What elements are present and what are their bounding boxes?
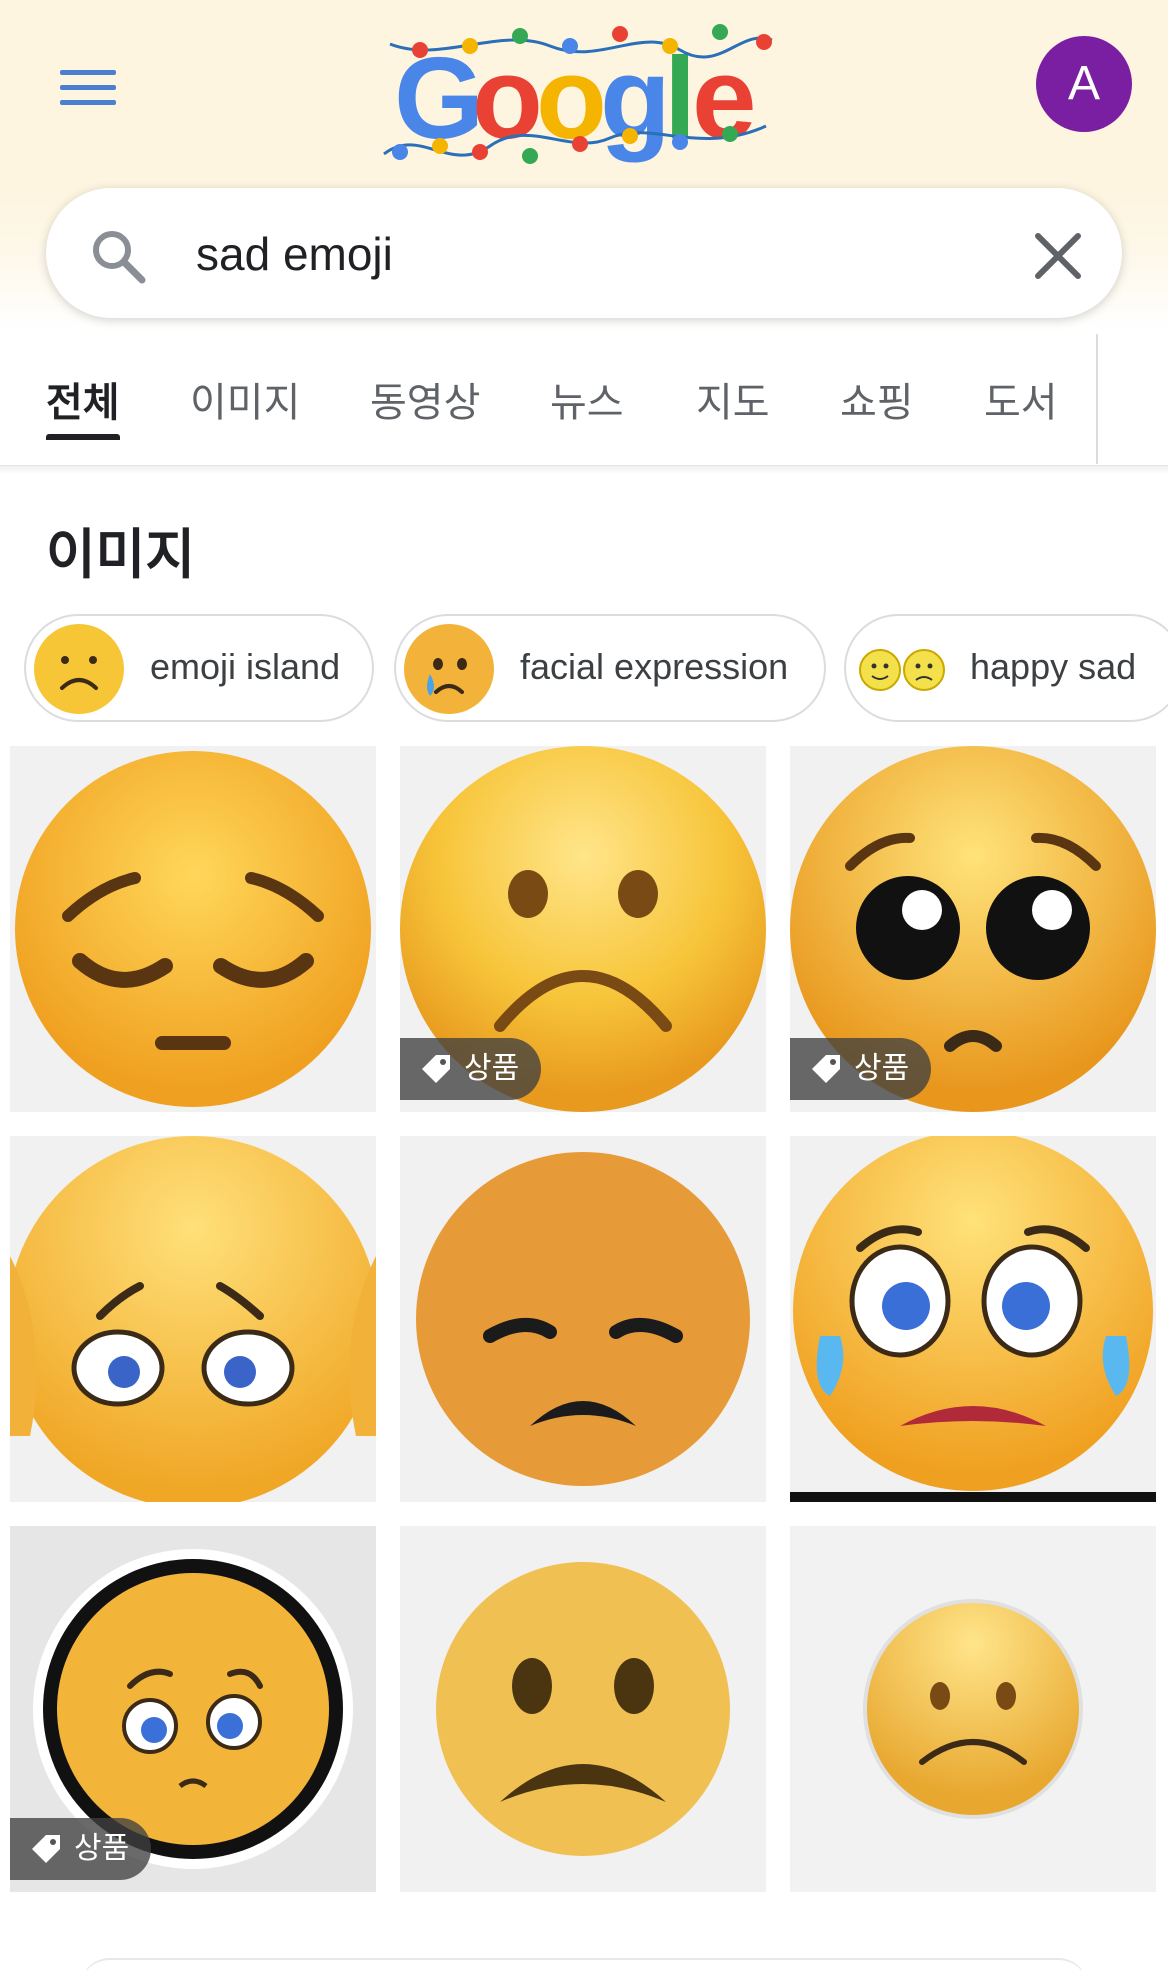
search-icon[interactable] — [88, 226, 148, 286]
tab-images[interactable]: 이미지 — [190, 370, 300, 430]
image-result-frowning[interactable]: 상품 — [400, 746, 766, 1112]
images-section-title: 이미지 — [46, 523, 196, 586]
tabs-divider — [1096, 334, 1098, 464]
related-chip-facial-expression[interactable]: facial expression — [394, 614, 826, 722]
tab-all[interactable]: 전체 — [46, 370, 120, 430]
tag-icon — [422, 1055, 450, 1083]
image-result-crying[interactable] — [790, 1136, 1156, 1502]
active-tab-indicator — [46, 434, 120, 440]
next-section-card — [80, 1958, 1088, 1970]
tag-icon — [812, 1055, 840, 1083]
chip-thumbnail — [402, 622, 496, 716]
tab-books[interactable]: 도서 — [984, 370, 1058, 430]
image-result-pleading-sticker[interactable]: 상품 — [10, 1526, 376, 1892]
chip-label: facial expression — [520, 646, 789, 687]
account-avatar[interactable]: A — [1036, 36, 1132, 132]
chip-label: happy sad — [970, 646, 1137, 687]
tab-maps[interactable]: 지도 — [696, 370, 770, 430]
chip-thumbnail — [32, 622, 126, 716]
product-badge: 상품 — [400, 1038, 542, 1100]
google-doodle-logo[interactable]: G o o g l e — [380, 6, 780, 184]
svg-text:o: o — [472, 33, 543, 163]
search-tabs: 전체 이미지 동영상 뉴스 지도 쇼핑 도서 — [0, 330, 1168, 466]
image-result-pleading[interactable]: 상품 — [790, 746, 1156, 1112]
search-input[interactable] — [196, 222, 956, 286]
related-chip-happy-sad[interactable]: happy sad — [844, 614, 1168, 722]
svg-text:g: g — [600, 33, 671, 163]
clear-icon[interactable] — [1030, 228, 1086, 284]
tab-videos[interactable]: 동영상 — [370, 370, 480, 430]
tab-shopping[interactable]: 쇼핑 — [840, 370, 914, 430]
chip-label: emoji island — [150, 646, 341, 687]
tag-icon — [32, 1835, 60, 1863]
image-result-flat-frown[interactable] — [400, 1526, 766, 1892]
image-result-disappointed[interactable] — [400, 1136, 766, 1502]
chip-thumbnail — [852, 622, 946, 716]
image-result-small-frown[interactable] — [790, 1526, 1156, 1892]
product-badge: 상품 — [790, 1038, 932, 1100]
tab-news[interactable]: 뉴스 — [550, 370, 624, 430]
related-chip-emoji-island[interactable]: emoji island — [24, 614, 374, 722]
image-result-sad-hands[interactable] — [10, 1136, 376, 1502]
product-badge: 상품 — [10, 1818, 152, 1880]
image-result-pensive[interactable] — [10, 746, 376, 1112]
menu-icon[interactable] — [60, 70, 116, 110]
